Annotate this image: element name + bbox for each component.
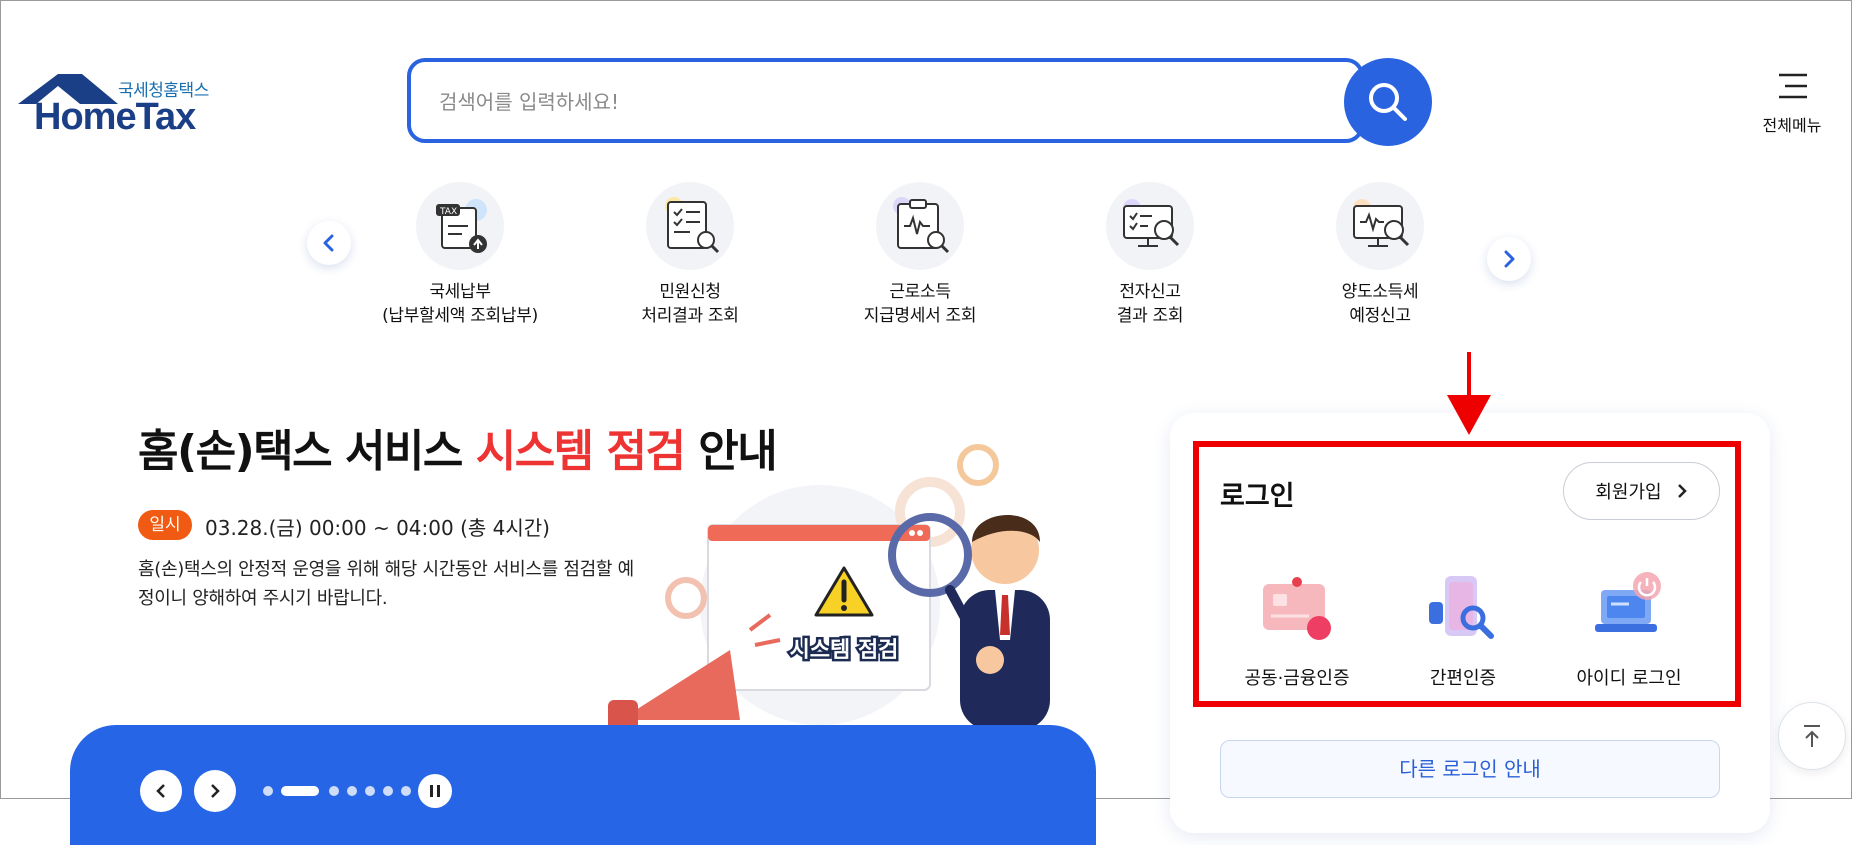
chevron-right-icon — [1504, 250, 1515, 268]
annotation-arrow-line — [1467, 352, 1471, 397]
banner-page-dot[interactable] — [347, 786, 357, 796]
svg-text:TAX: TAX — [439, 207, 457, 217]
logo-wordmark: HomeTax — [34, 96, 196, 138]
chevron-right-icon — [211, 784, 220, 798]
search-input[interactable] — [437, 84, 1241, 120]
monitor-search-icon — [1336, 182, 1424, 270]
banner-page-dot[interactable] — [365, 786, 375, 796]
all-menu-label: 전체메뉴 — [1762, 116, 1822, 135]
certificate-card-icon — [1257, 570, 1337, 644]
scroll-to-top-button[interactable] — [1778, 702, 1846, 770]
quick-menu-label: 국세납부 (납부할세액 조회납부) — [382, 282, 538, 326]
banner-page-dot[interactable] — [263, 786, 273, 796]
chevron-left-icon — [323, 234, 334, 252]
banner-prev-button[interactable] — [140, 770, 182, 812]
temporary-badge: 일시 — [138, 510, 192, 540]
sign-text: 시스템 점검 — [790, 638, 899, 663]
maintenance-time: 03.28.(금) 00:00 ~ 04:00 (총 4시간) — [205, 516, 550, 540]
quick-menu-label: 근로소득 지급명세서 조회 — [863, 282, 977, 326]
banner-description: 홈(손)택스의 안정적 운영을 위해 해당 시간동안 서비스를 점검할 예정이니… — [138, 559, 634, 609]
phone-search-icon — [1423, 570, 1503, 644]
search-box — [407, 58, 1364, 143]
simple-auth-login-button[interactable]: 간편인증 — [1388, 570, 1538, 690]
monitor-check-icon — [1106, 182, 1194, 270]
banner-page-dot[interactable] — [329, 786, 339, 796]
chevron-left-icon — [156, 784, 165, 798]
quick-menu-label: 민원신청 처리결과 조회 — [641, 282, 739, 326]
banner-pause-button[interactable] — [418, 774, 452, 808]
arrow-up-icon — [1804, 725, 1820, 747]
maintenance-illustration: 시스템 점검 — [608, 444, 1050, 730]
banner-title-prefix: 홈(손)택스 서비스 — [138, 426, 476, 477]
banner-page-dot[interactable] — [401, 786, 411, 796]
quick-menu-item-capital-gains[interactable]: 양도소득세 예정신고 — [1265, 182, 1495, 328]
banner-next-button[interactable] — [194, 770, 236, 812]
hamburger-menu-icon — [1779, 73, 1807, 99]
chevron-right-icon — [1677, 484, 1687, 498]
certificate-login-button[interactable]: 공동·금융인증 — [1222, 570, 1372, 690]
quick-menu-item-civil-complaint[interactable]: 민원신청 처리결과 조회 — [575, 182, 805, 328]
id-login-button[interactable]: 아이디 로그인 — [1554, 570, 1704, 690]
quick-menu-label: 양도소득세 예정신고 — [1341, 282, 1419, 326]
quick-menu-item-earned-income[interactable]: 근로소득 지급명세서 조회 — [805, 182, 1035, 328]
signup-button[interactable]: 회원가입 — [1563, 462, 1720, 520]
annotation-arrow-head — [1447, 395, 1491, 435]
quick-menu-label: 전자신고 결과 조회 — [1116, 282, 1184, 326]
signup-label: 회원가입 — [1595, 482, 1662, 503]
tax-payment-icon: TAX — [416, 182, 504, 270]
id-login-label: 아이디 로그인 — [1576, 668, 1682, 689]
certificate-login-label: 공동·금융인증 — [1244, 668, 1350, 689]
pause-icon — [430, 785, 440, 797]
quick-menu-item-tax-payment[interactable]: TAX 국세납부 (납부할세액 조회납부) — [345, 182, 575, 328]
document-search-icon — [646, 182, 734, 270]
banner-page-dot-active[interactable] — [281, 786, 319, 796]
login-title: 로그인 — [1220, 481, 1295, 512]
laptop-power-icon — [1589, 570, 1669, 644]
clipboard-search-icon — [876, 182, 964, 270]
quick-menu-item-e-filing[interactable]: 전자신고 결과 조회 — [1035, 182, 1265, 328]
other-login-guide-button[interactable]: 다른 로그인 안내 — [1220, 740, 1720, 798]
banner-page-dot[interactable] — [383, 786, 393, 796]
search-icon — [1369, 83, 1407, 121]
search-button[interactable] — [1344, 58, 1432, 146]
all-menu-button[interactable]: 전체메뉴 — [1752, 70, 1832, 136]
simple-auth-label: 간편인증 — [1429, 668, 1497, 689]
hometax-logo[interactable]: 국세청홈택스 HomeTax — [18, 70, 223, 140]
